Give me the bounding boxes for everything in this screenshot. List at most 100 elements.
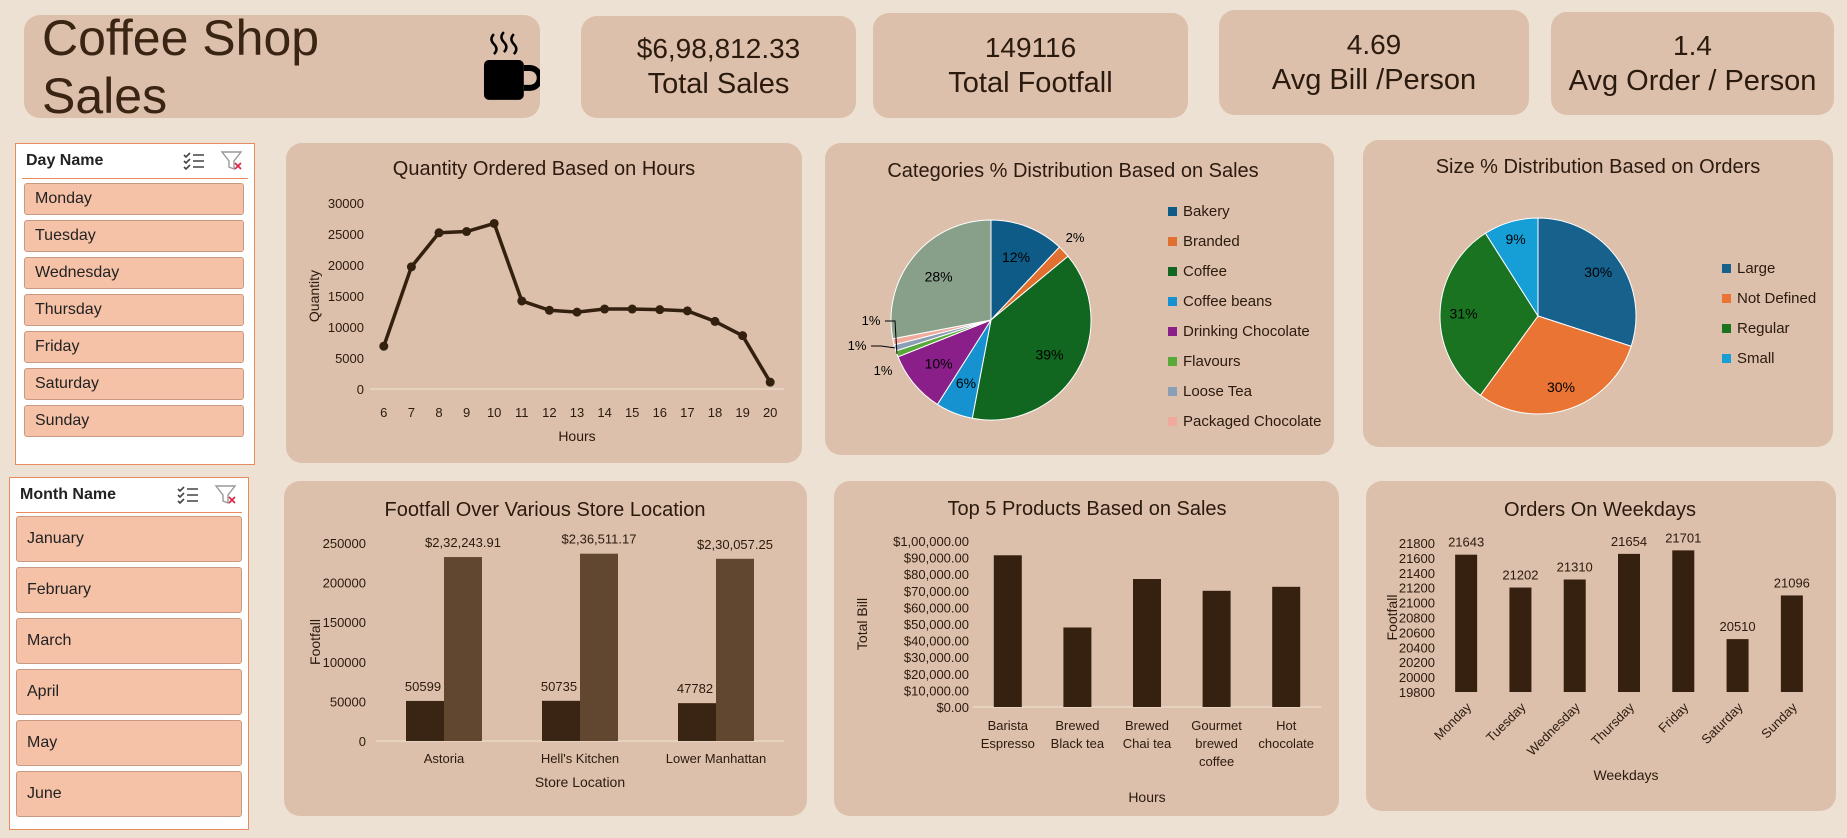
data-label: 50735 bbox=[541, 679, 577, 694]
x-tick-label: Sunday bbox=[1758, 699, 1800, 741]
x-axis-label: Weekdays bbox=[1593, 767, 1658, 783]
quantity-by-hours-chart: Quantity Ordered Based on Hours 0 5000 1000… bbox=[306, 158, 784, 444]
slicer-item[interactable]: Tuesday bbox=[24, 220, 244, 252]
y-tick-label: 19800 bbox=[1399, 685, 1435, 700]
y-tick-label: $0.00 bbox=[936, 700, 969, 715]
data-label: 50599 bbox=[405, 679, 441, 694]
x-tick-label: Brewed bbox=[1055, 718, 1099, 733]
data-label: $2,30,057.25 bbox=[697, 537, 773, 552]
bar bbox=[542, 700, 580, 741]
y-tick-label: 20000 bbox=[1399, 670, 1435, 685]
sizes-pie-chart: Size % Distribution Based on Orders 30% 30… bbox=[1436, 156, 1816, 415]
y-tick-label: 25000 bbox=[328, 227, 364, 242]
slice-label: 1% bbox=[848, 338, 867, 353]
x-tick-label: 10 bbox=[487, 405, 501, 420]
legend-swatch bbox=[1168, 297, 1177, 306]
legend-swatch bbox=[1722, 294, 1731, 303]
data-point bbox=[462, 227, 472, 237]
data-point bbox=[517, 296, 527, 306]
slicer-item[interactable]: January bbox=[16, 516, 242, 562]
bar bbox=[678, 703, 716, 741]
top-products-chart: Top 5 Products Based on Sales $0.00 $10,00… bbox=[854, 498, 1321, 805]
kpi-total-sales: $6,98,812.33 Total Sales bbox=[581, 16, 856, 118]
y-tick-label: 20200 bbox=[1399, 655, 1435, 670]
weekdays-chart-card: Orders On Weekdays 19800 20000 20200 20400 20… bbox=[1366, 481, 1836, 811]
legend-label: Small bbox=[1737, 350, 1775, 367]
data-point bbox=[572, 307, 582, 317]
y-tick-label: 0 bbox=[357, 382, 364, 397]
multi-select-icon[interactable] bbox=[182, 151, 206, 171]
slicer-item[interactable]: April bbox=[16, 669, 242, 715]
month-slicer[interactable]: Month Name January February March April May J… bbox=[9, 477, 249, 830]
slice-label: 1% bbox=[862, 313, 881, 328]
data-point bbox=[655, 305, 665, 315]
slicer-item[interactable]: Saturday bbox=[24, 368, 244, 400]
slice-label: 28% bbox=[925, 269, 953, 285]
legend-label: Loose Tea bbox=[1183, 383, 1253, 400]
data-label: 21202 bbox=[1502, 568, 1538, 583]
slicer-item[interactable]: Wednesday bbox=[24, 257, 244, 289]
slicer-item[interactable]: May bbox=[16, 720, 242, 766]
multi-select-icon[interactable] bbox=[176, 485, 200, 505]
x-tick-label: Tuesday bbox=[1483, 699, 1529, 745]
x-tick-label: 17 bbox=[680, 405, 694, 420]
slice-label: 2% bbox=[1066, 230, 1085, 245]
y-tick-label: 10000 bbox=[328, 320, 364, 335]
data-label: $2,32,243.91 bbox=[425, 535, 501, 550]
x-tick-label: Saturday bbox=[1698, 699, 1746, 747]
slice-label: 1% bbox=[874, 363, 893, 378]
x-tick-label: 19 bbox=[735, 405, 749, 420]
weekday-orders-chart: Orders On Weekdays1980020000202002040020… bbox=[1384, 499, 1810, 783]
x-tick-label: coffee bbox=[1199, 754, 1234, 769]
y-tick-label: $20,000.00 bbox=[904, 667, 969, 682]
x-tick-label: 14 bbox=[597, 405, 611, 420]
coffee-mug-icon bbox=[484, 30, 540, 100]
kpi-label: Avg Order / Person bbox=[1568, 64, 1817, 97]
x-tick-label: Hot bbox=[1276, 718, 1297, 733]
products-chart-card: Top 5 Products Based on Sales $0.00 $10,00… bbox=[834, 481, 1339, 816]
bar bbox=[716, 558, 754, 741]
data-point bbox=[406, 262, 416, 272]
slicer-item[interactable]: June bbox=[16, 771, 242, 817]
data-point bbox=[627, 304, 637, 314]
day-slicer[interactable]: Day Name Monday Tuesday Wednesday Thursday F… bbox=[15, 143, 255, 465]
legend-swatch bbox=[1168, 237, 1177, 246]
x-tick-label: 16 bbox=[653, 405, 667, 420]
slicer-item[interactable]: Thursday bbox=[24, 294, 244, 326]
y-axis-label: Quantity bbox=[306, 270, 322, 322]
series-line bbox=[382, 221, 772, 384]
slicer-item[interactable]: February bbox=[16, 567, 242, 613]
y-tick-label: 21200 bbox=[1399, 581, 1435, 596]
x-tick-label: 13 bbox=[570, 405, 584, 420]
slice-label: 12% bbox=[1002, 249, 1030, 265]
y-tick-label: 20400 bbox=[1399, 640, 1435, 655]
legend-swatch bbox=[1168, 357, 1177, 366]
x-tick-label: Barista bbox=[988, 718, 1029, 733]
slicer-item[interactable]: Sunday bbox=[24, 405, 244, 437]
y-tick-label: 21400 bbox=[1399, 566, 1435, 581]
stores-chart-card: Footfall Over Various Store Location 0 500… bbox=[284, 481, 807, 816]
bar bbox=[1509, 587, 1532, 692]
data-point bbox=[600, 304, 610, 314]
legend-label: Coffee beans bbox=[1183, 293, 1272, 310]
bar bbox=[1780, 595, 1803, 692]
legend-label: Flavours bbox=[1183, 353, 1241, 370]
bar bbox=[1133, 579, 1161, 707]
slice-label: 39% bbox=[1036, 347, 1064, 363]
x-tick-label: Brewed bbox=[1125, 718, 1169, 733]
slicer-item[interactable]: Friday bbox=[24, 331, 244, 363]
x-tick-label: 9 bbox=[463, 405, 470, 420]
x-axis-label: Hours bbox=[1128, 789, 1165, 805]
clear-filter-icon[interactable] bbox=[220, 150, 244, 172]
y-tick-label: $1,00,000.00 bbox=[893, 534, 969, 549]
y-tick-label: 21800 bbox=[1399, 536, 1435, 551]
y-tick-label: 0 bbox=[359, 734, 366, 749]
bar bbox=[1726, 639, 1749, 692]
categories-pie-chart: Categories % Distribution Based on Sales… bbox=[848, 160, 1322, 430]
slicer-item[interactable]: March bbox=[16, 618, 242, 664]
x-tick-label: Friday bbox=[1655, 699, 1691, 735]
sizes-chart-card: Size % Distribution Based on Orders 30% 30… bbox=[1363, 140, 1833, 447]
clear-filter-icon[interactable] bbox=[214, 484, 238, 506]
slicer-item[interactable]: Monday bbox=[24, 183, 244, 215]
slicer-header: Month Name bbox=[16, 478, 242, 513]
